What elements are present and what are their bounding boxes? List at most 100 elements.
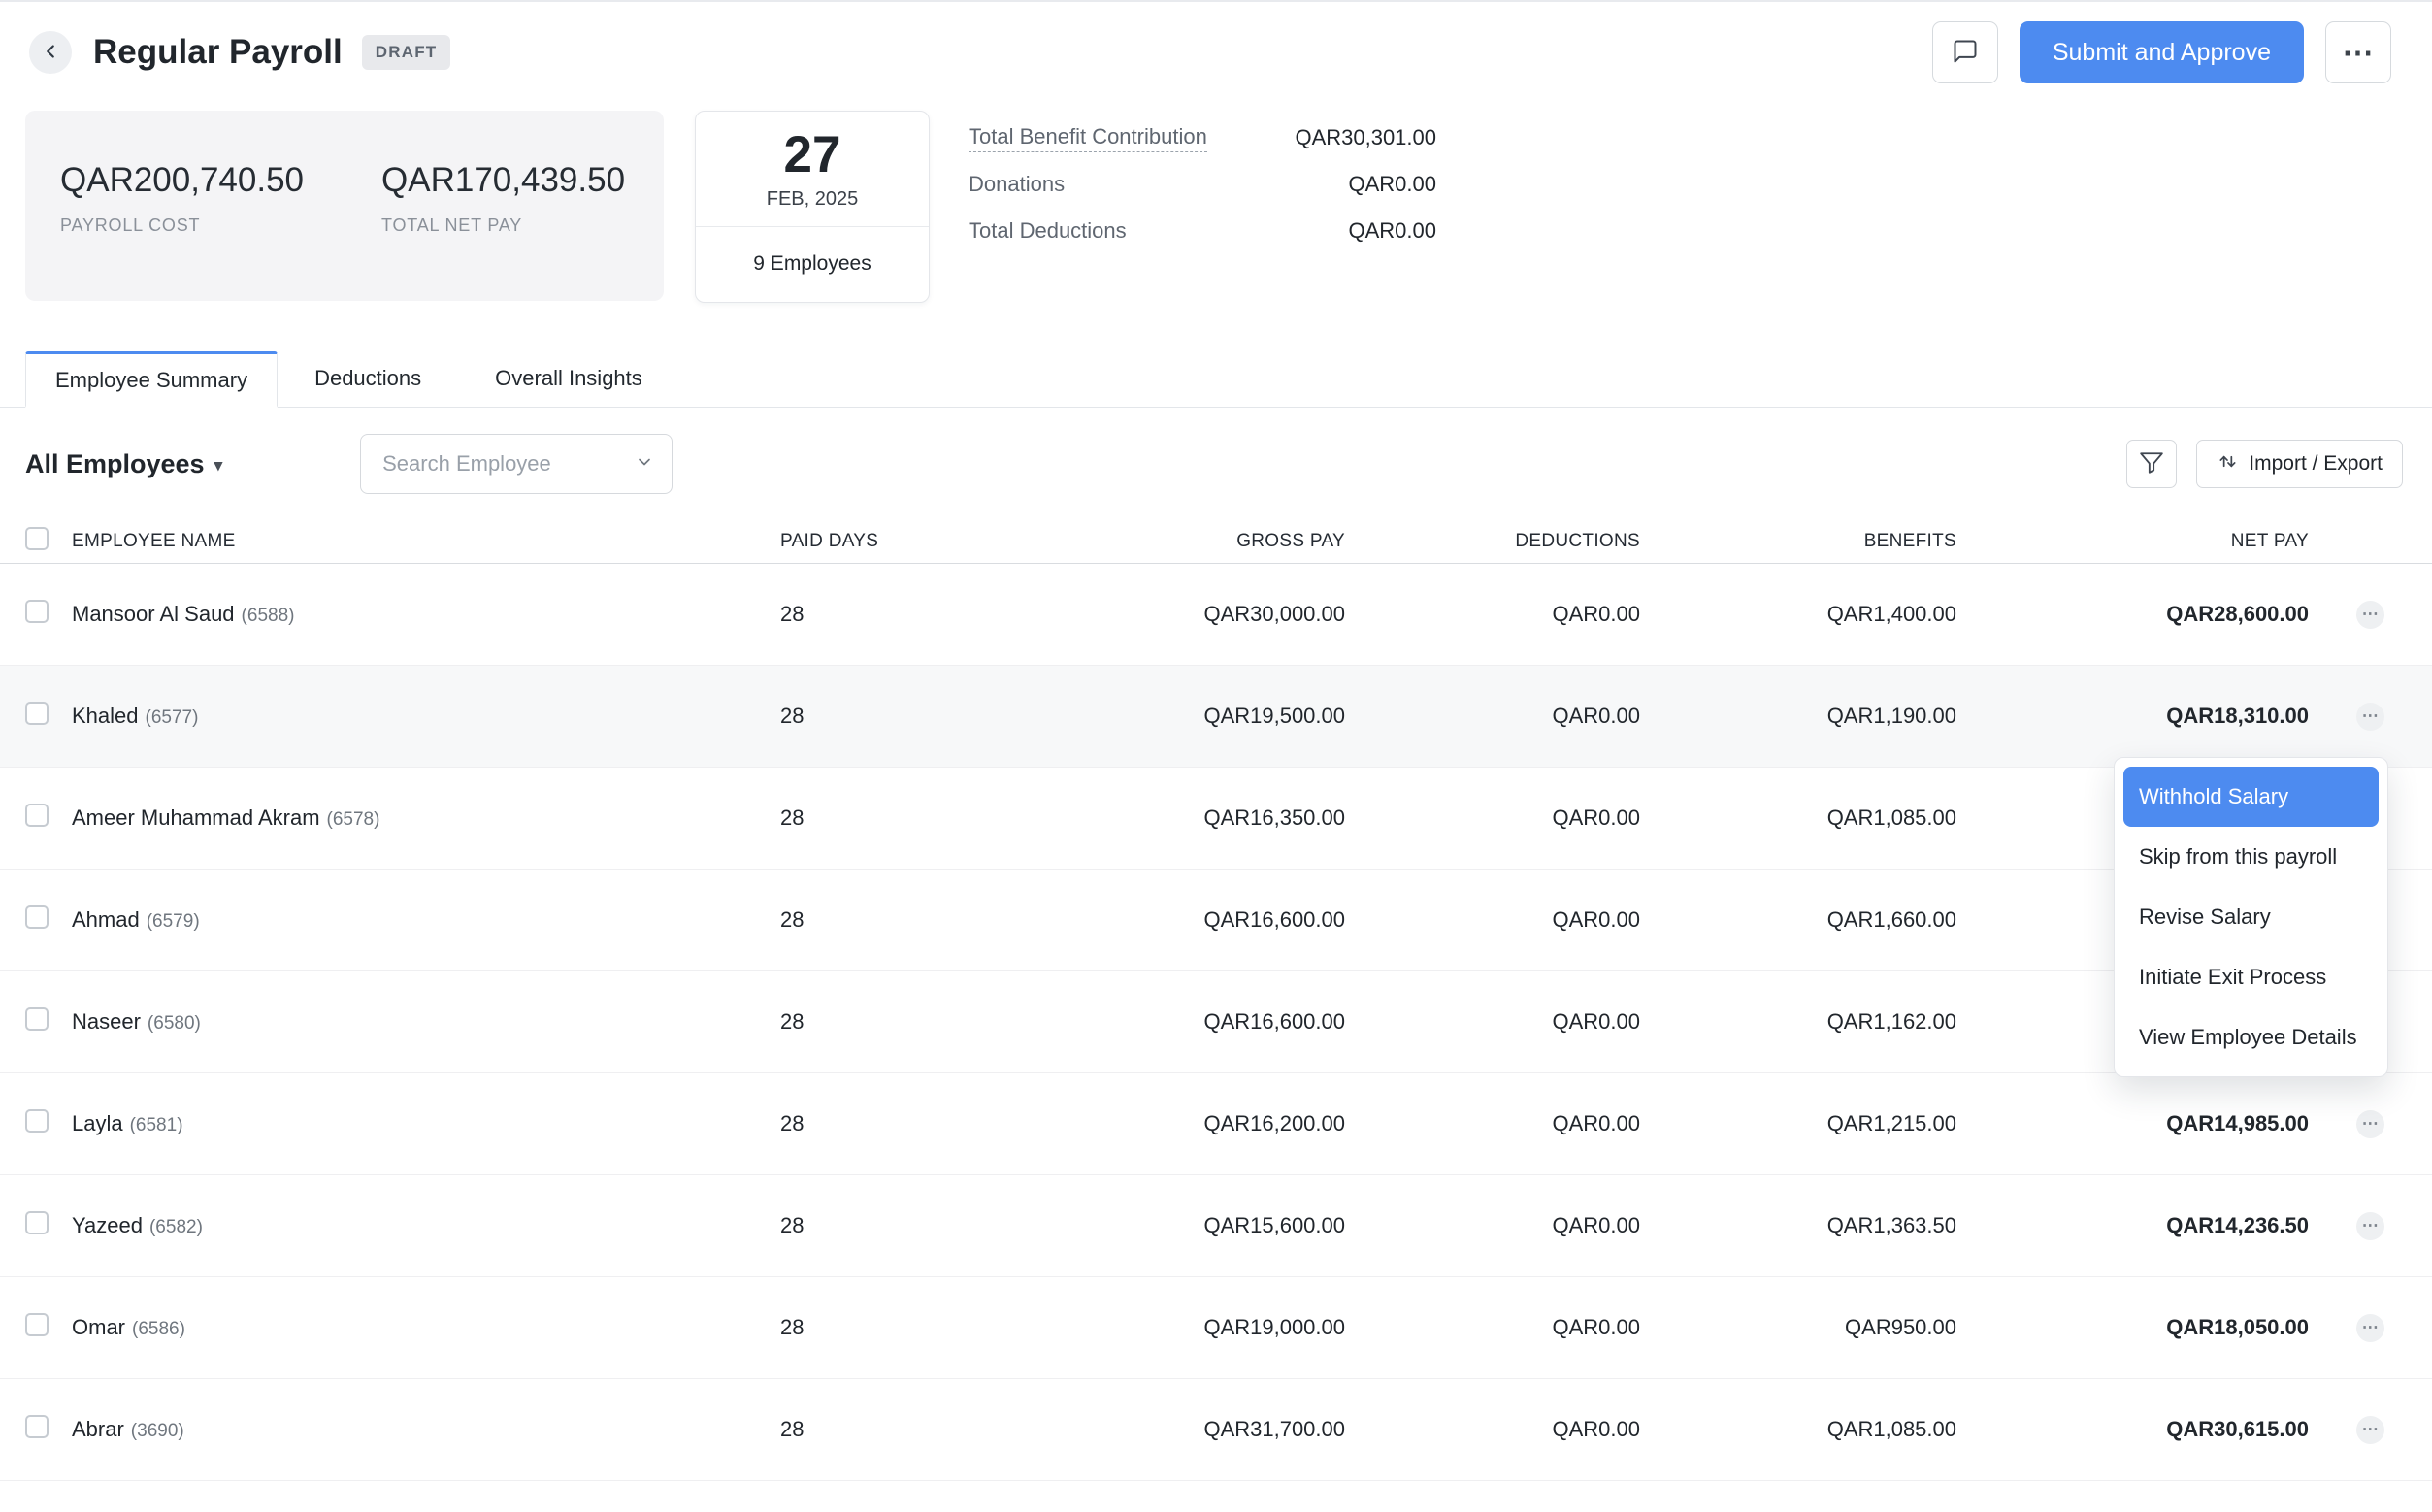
menu-item-view-employee-details[interactable]: View Employee Details (2123, 1007, 2379, 1068)
paid-days-value: 28 (776, 1315, 903, 1340)
deductions-value: QAR0.00 (1345, 1417, 1640, 1442)
chevron-left-icon (40, 41, 61, 65)
menu-item-initiate-exit-process[interactable]: Initiate Exit Process (2123, 947, 2379, 1007)
row-actions-icon[interactable] (2356, 703, 2384, 731)
deductions-value: QAR0.00 (1345, 704, 1640, 729)
benefits-value: QAR1,363.50 (1640, 1213, 1956, 1238)
gross-pay-value: QAR16,600.00 (903, 907, 1345, 933)
menu-item-revise-salary[interactable]: Revise Salary (2123, 887, 2379, 947)
tab-employee-summary[interactable]: Employee Summary (25, 351, 278, 408)
paid-days-value: 28 (776, 907, 903, 933)
filter-button[interactable] (2126, 440, 2177, 488)
back-button[interactable] (29, 31, 72, 74)
employee-filter-dropdown[interactable]: All Employees ▾ (25, 449, 222, 479)
app-header: Regular Payroll DRAFT Submit and Approve (0, 2, 2432, 103)
deductions-value: QAR0.00 (1345, 907, 1640, 933)
donations-value: QAR0.00 (1349, 172, 1437, 197)
employee-name[interactable]: Naseer (72, 1009, 141, 1034)
total-net-pay-label: TOTAL NET PAY (381, 215, 625, 236)
benefits-value: QAR1,660.00 (1640, 907, 1956, 933)
filter-funnel-icon (2139, 450, 2164, 478)
total-deductions-label: Total Deductions (969, 218, 1127, 244)
total-net-pay-value: QAR170,439.50 (381, 161, 625, 200)
row-checkbox[interactable] (25, 804, 49, 827)
table-row: Ahmad(6579) 28 QAR16,600.00 QAR0.00 QAR1… (0, 870, 2432, 971)
more-options-button[interactable] (2325, 21, 2391, 83)
caret-down-icon: ▾ (214, 452, 223, 476)
search-employee-placeholder: Search Employee (382, 451, 551, 477)
row-context-menu: Withhold Salary Skip from this payroll R… (2114, 757, 2388, 1077)
net-pay-value: QAR18,050.00 (1956, 1315, 2309, 1340)
employee-name[interactable]: Omar (72, 1315, 125, 1339)
benefits-value: QAR1,085.00 (1640, 805, 1956, 831)
gross-pay-value: QAR16,200.00 (903, 1111, 1345, 1136)
employee-id: (6581) (130, 1115, 183, 1135)
search-employee-select[interactable]: Search Employee (360, 434, 673, 494)
payroll-cost-value: QAR200,740.50 (60, 161, 304, 200)
table-row: Omar(6586) 28 QAR19,000.00 QAR0.00 QAR95… (0, 1277, 2432, 1379)
col-deductions: DEDUCTIONS (1345, 531, 1640, 552)
employee-name[interactable]: Khaled (72, 704, 139, 728)
submit-and-approve-button[interactable]: Submit and Approve (2020, 21, 2304, 83)
payroll-cost-label: PAYROLL COST (60, 215, 304, 236)
select-all-checkbox[interactable] (25, 527, 49, 550)
tab-deductions[interactable]: Deductions (278, 350, 458, 407)
chevron-down-icon (635, 452, 654, 477)
row-checkbox[interactable] (25, 1313, 49, 1336)
menu-item-skip-from-payroll[interactable]: Skip from this payroll (2123, 827, 2379, 887)
employee-name[interactable]: Abrar (72, 1417, 124, 1441)
row-actions-icon[interactable] (2356, 1416, 2384, 1444)
employee-id: (3690) (131, 1421, 184, 1441)
row-actions-icon[interactable] (2356, 1314, 2384, 1342)
row-checkbox[interactable] (25, 905, 49, 929)
page-title: Regular Payroll (93, 33, 343, 72)
row-checkbox[interactable] (25, 1211, 49, 1234)
tab-overall-insights[interactable]: Overall Insights (458, 350, 679, 407)
total-deductions-value: QAR0.00 (1349, 218, 1437, 244)
comments-button[interactable] (1932, 21, 1998, 83)
employee-table: EMPLOYEE NAME PAID DAYS GROSS PAY DEDUCT… (0, 519, 2432, 1481)
employee-name[interactable]: Ahmad (72, 907, 140, 932)
net-pay-value: QAR28,600.00 (1956, 602, 2309, 627)
table-body: Mansoor Al Saud (6588) 28 QAR30,000.00 QA… (0, 564, 2432, 1481)
employee-name[interactable]: Mansoor Al Saud (72, 602, 235, 626)
table-row: Khaled(6577) 28 QAR19,500.00 QAR0.00 QAR… (0, 666, 2432, 768)
benefits-value: QAR1,190.00 (1640, 704, 1956, 729)
employee-name[interactable]: Layla (72, 1111, 123, 1135)
row-checkbox[interactable] (25, 1109, 49, 1133)
employee-id: (6577) (146, 707, 199, 728)
employee-id: (6588) (242, 606, 295, 626)
net-pay-value: QAR30,615.00 (1956, 1417, 2309, 1442)
gross-pay-value: QAR30,000.00 (903, 602, 1345, 627)
table-row: Abrar(3690) 28 QAR31,700.00 QAR0.00 QAR1… (0, 1379, 2432, 1481)
net-pay-value: QAR14,236.50 (1956, 1213, 2309, 1238)
row-checkbox[interactable] (25, 1007, 49, 1031)
row-actions-icon[interactable] (2356, 1212, 2384, 1240)
paid-days-value: 28 (776, 1111, 903, 1136)
menu-item-withhold-salary[interactable]: Withhold Salary (2123, 767, 2379, 827)
payroll-page: Regular Payroll DRAFT Submit and Approve… (0, 0, 2432, 1512)
gross-pay-value: QAR31,700.00 (903, 1417, 1345, 1442)
row-actions-icon[interactable] (2356, 1110, 2384, 1138)
pay-date-card: 27 FEB, 2025 9 Employees (695, 111, 930, 303)
net-pay-value: QAR14,985.00 (1956, 1111, 2309, 1136)
deductions-value: QAR0.00 (1345, 1009, 1640, 1035)
total-benefit-contribution-value: QAR30,301.00 (1295, 125, 1436, 150)
table-row: Layla(6581) 28 QAR16,200.00 QAR0.00 QAR1… (0, 1073, 2432, 1175)
employee-name[interactable]: Ameer Muhammad Akram (72, 805, 320, 830)
comment-bubble-icon (1952, 38, 1979, 68)
paid-days-value: 28 (776, 602, 903, 627)
paid-days-value: 28 (776, 704, 903, 729)
benefits-value: QAR950.00 (1640, 1315, 1956, 1340)
payroll-cost-card: QAR200,740.50 PAYROLL COST QAR170,439.50… (25, 111, 664, 301)
row-actions-icon[interactable] (2356, 601, 2384, 629)
employee-id: (6586) (132, 1319, 185, 1339)
tab-bar: Employee Summary Deductions Overall Insi… (0, 348, 2432, 408)
total-benefit-contribution-label[interactable]: Total Benefit Contribution (969, 124, 1207, 152)
employee-name[interactable]: Yazeed (72, 1213, 143, 1237)
pay-date-day: 27 (696, 112, 929, 184)
row-checkbox[interactable] (25, 702, 49, 725)
row-checkbox[interactable] (25, 1415, 49, 1438)
import-export-button[interactable]: Import / Export (2196, 440, 2403, 488)
row-checkbox[interactable] (25, 600, 49, 623)
